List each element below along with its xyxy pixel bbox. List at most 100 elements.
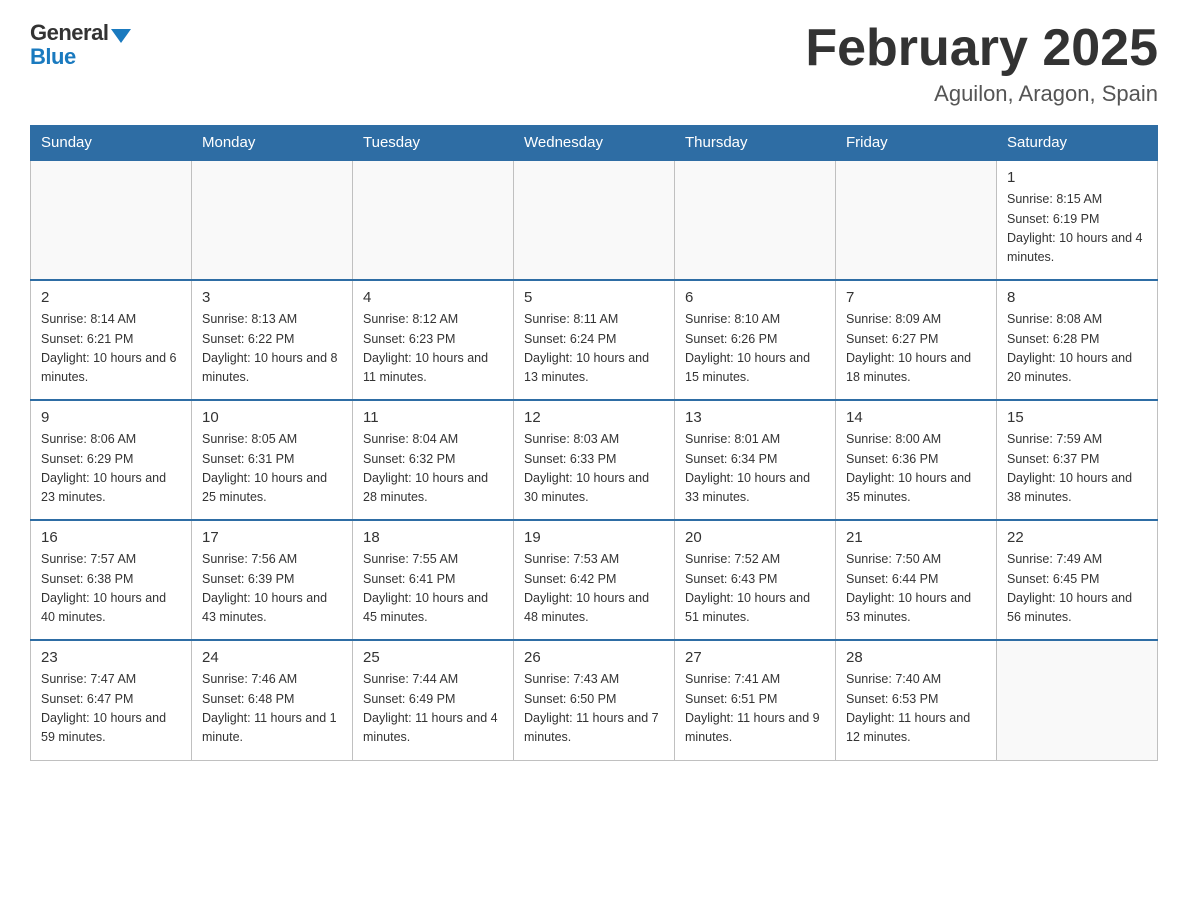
calendar-cell: 10 Sunrise: 8:05 AM Sunset: 6:31 PM Dayli…: [192, 400, 353, 520]
day-number: 4: [363, 289, 503, 306]
day-number: 11: [363, 409, 503, 426]
calendar-week-row: 9 Sunrise: 8:06 AM Sunset: 6:29 PM Daylig…: [31, 400, 1158, 520]
day-number: 22: [1007, 529, 1147, 546]
calendar-cell: 12 Sunrise: 8:03 AM Sunset: 6:33 PM Dayli…: [514, 400, 675, 520]
day-number: 3: [202, 289, 342, 306]
month-title: February 2025: [805, 20, 1158, 77]
day-number: 10: [202, 409, 342, 426]
day-info: Sunrise: 7:40 AM Sunset: 6:53 PM Dayligh…: [846, 670, 986, 748]
day-info: Sunrise: 8:13 AM Sunset: 6:22 PM Dayligh…: [202, 310, 342, 388]
weekday-header-tuesday: Tuesday: [353, 126, 514, 161]
day-info: Sunrise: 7:55 AM Sunset: 6:41 PM Dayligh…: [363, 550, 503, 628]
day-info: Sunrise: 7:57 AM Sunset: 6:38 PM Dayligh…: [41, 550, 181, 628]
day-number: 17: [202, 529, 342, 546]
day-number: 24: [202, 649, 342, 666]
day-info: Sunrise: 8:03 AM Sunset: 6:33 PM Dayligh…: [524, 430, 664, 508]
calendar-week-row: 2 Sunrise: 8:14 AM Sunset: 6:21 PM Daylig…: [31, 280, 1158, 400]
logo-arrow-icon: [111, 29, 131, 43]
calendar-cell: [836, 160, 997, 280]
day-info: Sunrise: 8:06 AM Sunset: 6:29 PM Dayligh…: [41, 430, 181, 508]
calendar-cell: 26 Sunrise: 7:43 AM Sunset: 6:50 PM Dayli…: [514, 640, 675, 760]
day-info: Sunrise: 7:41 AM Sunset: 6:51 PM Dayligh…: [685, 670, 825, 748]
weekday-header-wednesday: Wednesday: [514, 126, 675, 161]
weekday-header-monday: Monday: [192, 126, 353, 161]
calendar-cell: 2 Sunrise: 8:14 AM Sunset: 6:21 PM Daylig…: [31, 280, 192, 400]
calendar-cell: 27 Sunrise: 7:41 AM Sunset: 6:51 PM Dayli…: [675, 640, 836, 760]
day-number: 8: [1007, 289, 1147, 306]
calendar-cell: [353, 160, 514, 280]
weekday-header-thursday: Thursday: [675, 126, 836, 161]
calendar-week-row: 16 Sunrise: 7:57 AM Sunset: 6:38 PM Dayli…: [31, 520, 1158, 640]
day-number: 6: [685, 289, 825, 306]
calendar-cell: 18Sunrise: 7:55 AM Sunset: 6:41 PM Dayli…: [353, 520, 514, 640]
day-number: 14: [846, 409, 986, 426]
weekday-header-row: SundayMondayTuesdayWednesdayThursdayFrid…: [31, 126, 1158, 161]
page-header: General Blue February 2025 Aguilon, Arag…: [30, 20, 1158, 107]
day-info: Sunrise: 7:47 AM Sunset: 6:47 PM Dayligh…: [41, 670, 181, 748]
day-number: 21: [846, 529, 986, 546]
day-info: Sunrise: 8:08 AM Sunset: 6:28 PM Dayligh…: [1007, 310, 1147, 388]
day-info: Sunrise: 8:14 AM Sunset: 6:21 PM Dayligh…: [41, 310, 181, 388]
calendar-cell: 8 Sunrise: 8:08 AM Sunset: 6:28 PM Daylig…: [997, 280, 1158, 400]
day-info: Sunrise: 8:10 AM Sunset: 6:26 PM Dayligh…: [685, 310, 825, 388]
day-number: 27: [685, 649, 825, 666]
calendar-cell: 20 Sunrise: 7:52 AM Sunset: 6:43 PM Dayli…: [675, 520, 836, 640]
logo-general-text: General: [30, 20, 108, 46]
day-info: Sunrise: 7:44 AM Sunset: 6:49 PM Dayligh…: [363, 670, 503, 748]
calendar-cell: [997, 640, 1158, 760]
day-info: Sunrise: 7:53 AM Sunset: 6:42 PM Dayligh…: [524, 550, 664, 628]
calendar-cell: 24Sunrise: 7:46 AM Sunset: 6:48 PM Dayli…: [192, 640, 353, 760]
calendar-body: 1Sunrise: 8:15 AM Sunset: 6:19 PM Daylig…: [31, 160, 1158, 760]
calendar-cell: 13Sunrise: 8:01 AM Sunset: 6:34 PM Dayli…: [675, 400, 836, 520]
day-info: Sunrise: 8:11 AM Sunset: 6:24 PM Dayligh…: [524, 310, 664, 388]
day-info: Sunrise: 8:09 AM Sunset: 6:27 PM Dayligh…: [846, 310, 986, 388]
calendar-cell: 4Sunrise: 8:12 AM Sunset: 6:23 PM Daylig…: [353, 280, 514, 400]
calendar-week-row: 1Sunrise: 8:15 AM Sunset: 6:19 PM Daylig…: [31, 160, 1158, 280]
day-info: Sunrise: 8:00 AM Sunset: 6:36 PM Dayligh…: [846, 430, 986, 508]
calendar-cell: [675, 160, 836, 280]
location-subtitle: Aguilon, Aragon, Spain: [805, 81, 1158, 107]
calendar-table: SundayMondayTuesdayWednesdayThursdayFrid…: [30, 125, 1158, 761]
calendar-cell: [31, 160, 192, 280]
weekday-header-sunday: Sunday: [31, 126, 192, 161]
calendar-cell: 19 Sunrise: 7:53 AM Sunset: 6:42 PM Dayli…: [514, 520, 675, 640]
day-info: Sunrise: 7:50 AM Sunset: 6:44 PM Dayligh…: [846, 550, 986, 628]
day-info: Sunrise: 7:49 AM Sunset: 6:45 PM Dayligh…: [1007, 550, 1147, 628]
calendar-cell: 9 Sunrise: 8:06 AM Sunset: 6:29 PM Daylig…: [31, 400, 192, 520]
day-number: 7: [846, 289, 986, 306]
day-number: 13: [685, 409, 825, 426]
calendar-cell: 25 Sunrise: 7:44 AM Sunset: 6:49 PM Dayli…: [353, 640, 514, 760]
day-number: 19: [524, 529, 664, 546]
day-info: Sunrise: 8:05 AM Sunset: 6:31 PM Dayligh…: [202, 430, 342, 508]
day-number: 15: [1007, 409, 1147, 426]
day-number: 20: [685, 529, 825, 546]
day-number: 9: [41, 409, 181, 426]
day-info: Sunrise: 7:56 AM Sunset: 6:39 PM Dayligh…: [202, 550, 342, 628]
day-number: 26: [524, 649, 664, 666]
day-info: Sunrise: 7:43 AM Sunset: 6:50 PM Dayligh…: [524, 670, 664, 748]
day-number: 2: [41, 289, 181, 306]
day-info: Sunrise: 7:52 AM Sunset: 6:43 PM Dayligh…: [685, 550, 825, 628]
day-number: 28: [846, 649, 986, 666]
weekday-header-saturday: Saturday: [997, 126, 1158, 161]
calendar-week-row: 23 Sunrise: 7:47 AM Sunset: 6:47 PM Dayli…: [31, 640, 1158, 760]
logo-blue-text: Blue: [30, 44, 76, 70]
calendar-cell: 17 Sunrise: 7:56 AM Sunset: 6:39 PM Dayli…: [192, 520, 353, 640]
logo: General Blue: [30, 20, 131, 70]
day-number: 12: [524, 409, 664, 426]
day-number: 23: [41, 649, 181, 666]
calendar-header: SundayMondayTuesdayWednesdayThursdayFrid…: [31, 126, 1158, 161]
calendar-cell: 1Sunrise: 8:15 AM Sunset: 6:19 PM Daylig…: [997, 160, 1158, 280]
calendar-cell: 21 Sunrise: 7:50 AM Sunset: 6:44 PM Dayli…: [836, 520, 997, 640]
calendar-cell: 14 Sunrise: 8:00 AM Sunset: 6:36 PM Dayli…: [836, 400, 997, 520]
weekday-header-friday: Friday: [836, 126, 997, 161]
day-number: 16: [41, 529, 181, 546]
calendar-cell: [192, 160, 353, 280]
calendar-cell: 23 Sunrise: 7:47 AM Sunset: 6:47 PM Dayli…: [31, 640, 192, 760]
calendar-cell: 28 Sunrise: 7:40 AM Sunset: 6:53 PM Dayli…: [836, 640, 997, 760]
day-number: 25: [363, 649, 503, 666]
calendar-cell: [514, 160, 675, 280]
title-block: February 2025 Aguilon, Aragon, Spain: [805, 20, 1158, 107]
calendar-cell: 22 Sunrise: 7:49 AM Sunset: 6:45 PM Dayli…: [997, 520, 1158, 640]
day-info: Sunrise: 7:59 AM Sunset: 6:37 PM Dayligh…: [1007, 430, 1147, 508]
